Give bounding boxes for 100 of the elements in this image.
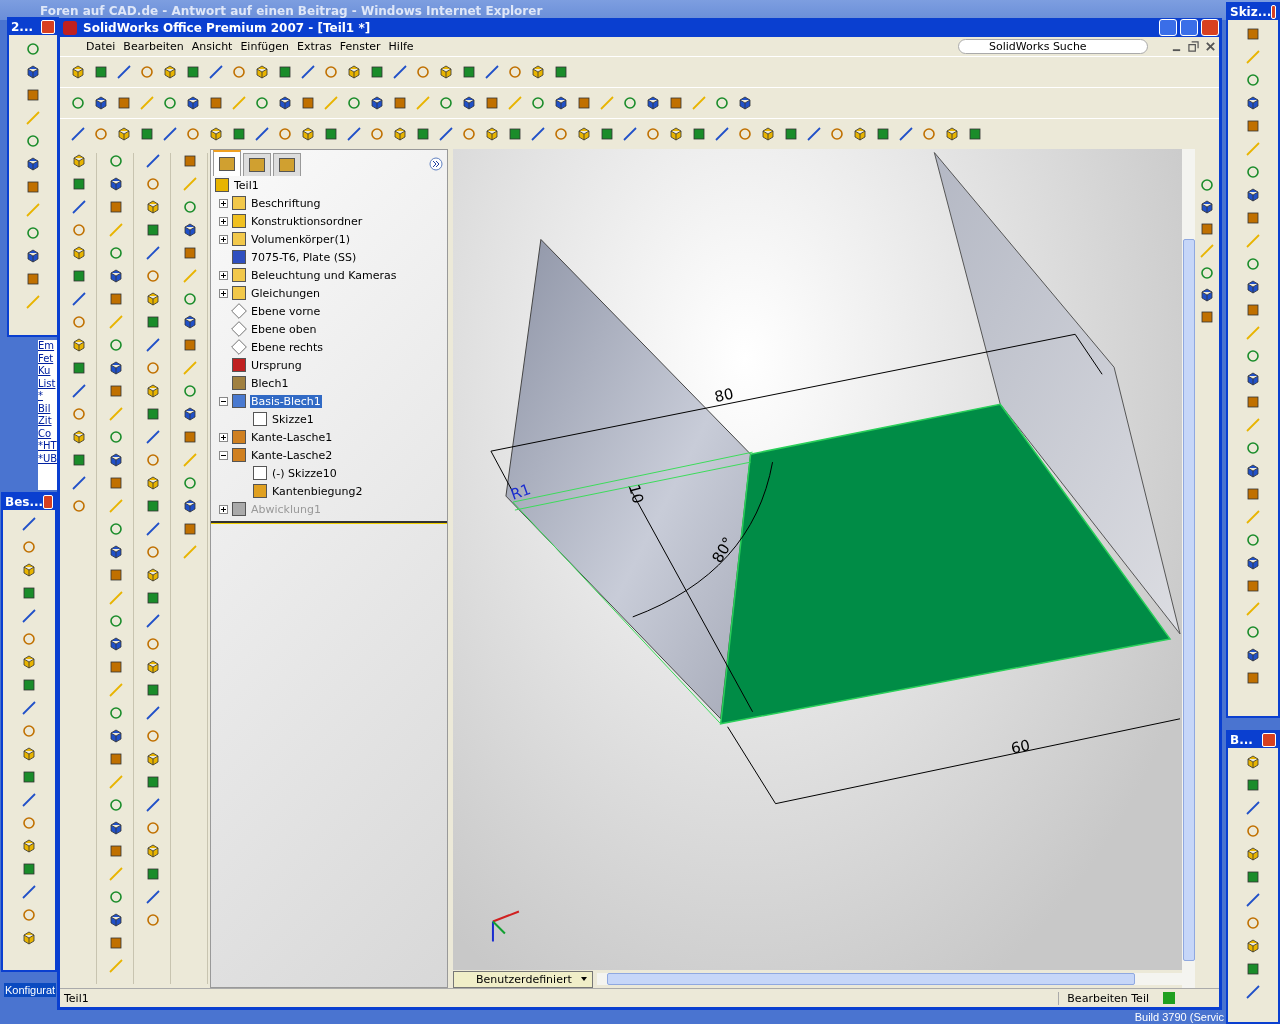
line-icon[interactable] xyxy=(162,126,178,142)
circle-icon[interactable] xyxy=(71,222,87,238)
cube-icon[interactable] xyxy=(944,126,960,142)
cube-icon[interactable] xyxy=(108,728,124,744)
line-icon[interactable] xyxy=(71,199,87,215)
square-icon[interactable] xyxy=(182,337,198,353)
line-icon[interactable] xyxy=(71,475,87,491)
circle-icon[interactable] xyxy=(145,268,161,284)
circle-icon[interactable] xyxy=(1199,265,1215,281)
circle-icon[interactable] xyxy=(1245,256,1261,272)
circle-icon[interactable] xyxy=(70,95,86,111)
cube-icon[interactable] xyxy=(71,153,87,169)
cube-icon[interactable] xyxy=(162,64,178,80)
square-icon[interactable] xyxy=(145,682,161,698)
square-icon[interactable] xyxy=(25,179,41,195)
tree-item[interactable]: Ebene rechts xyxy=(250,340,325,354)
cube-icon[interactable] xyxy=(145,659,161,675)
circle-icon[interactable] xyxy=(231,64,247,80)
circle-icon[interactable] xyxy=(21,539,37,555)
expander-icon[interactable] xyxy=(219,432,228,442)
circle-icon[interactable] xyxy=(415,64,431,80)
cube-icon[interactable] xyxy=(25,248,41,264)
cube-icon[interactable] xyxy=(346,64,362,80)
circle-icon[interactable] xyxy=(108,245,124,261)
circle-icon[interactable] xyxy=(145,728,161,744)
menu-item[interactable]: Extras xyxy=(292,40,336,53)
cube-icon[interactable] xyxy=(668,126,684,142)
circle-icon[interactable] xyxy=(829,126,845,142)
cube-icon[interactable] xyxy=(300,126,316,142)
link[interactable]: Co xyxy=(38,427,57,440)
link[interactable]: Zit xyxy=(38,415,57,428)
line-icon[interactable] xyxy=(21,608,37,624)
vertical-scrollbar[interactable] xyxy=(1182,149,1195,988)
square-icon[interactable] xyxy=(461,64,477,80)
square-icon[interactable] xyxy=(71,176,87,192)
menu-item[interactable]: Hilfe xyxy=(384,40,418,53)
cube-icon[interactable] xyxy=(182,498,198,514)
circle-icon[interactable] xyxy=(145,452,161,468)
close-button[interactable] xyxy=(1201,19,1219,36)
tree-item[interactable]: Beschriftung xyxy=(250,196,322,210)
square-icon[interactable] xyxy=(182,521,198,537)
circle-icon[interactable] xyxy=(507,64,523,80)
line-icon[interactable] xyxy=(145,521,161,537)
cube-icon[interactable] xyxy=(71,245,87,261)
line-icon[interactable] xyxy=(346,126,362,142)
expander-icon[interactable] xyxy=(219,198,228,208)
circle-icon[interactable] xyxy=(108,613,124,629)
circle-icon[interactable] xyxy=(21,723,37,739)
square-icon[interactable] xyxy=(71,360,87,376)
square-icon[interactable] xyxy=(967,126,983,142)
square-icon[interactable] xyxy=(323,126,339,142)
tree-item[interactable]: 7075-T6, Plate (SS) xyxy=(250,250,358,264)
restore-icon[interactable] xyxy=(1188,41,1199,52)
cube-icon[interactable] xyxy=(21,930,37,946)
square-icon[interactable] xyxy=(21,677,37,693)
search-field[interactable]: SolidWorks Suche xyxy=(958,39,1148,54)
circle-icon[interactable] xyxy=(1245,72,1261,88)
circle-icon[interactable] xyxy=(93,126,109,142)
circle-icon[interactable] xyxy=(145,820,161,836)
cube-icon[interactable] xyxy=(108,452,124,468)
square-icon[interactable] xyxy=(1245,578,1261,594)
square-icon[interactable] xyxy=(185,64,201,80)
line-icon[interactable] xyxy=(392,64,408,80)
cube-icon[interactable] xyxy=(108,268,124,284)
line-icon[interactable] xyxy=(806,126,822,142)
cube-icon[interactable] xyxy=(21,562,37,578)
square-icon[interactable] xyxy=(145,774,161,790)
cube-icon[interactable] xyxy=(484,126,500,142)
cube-icon[interactable] xyxy=(1245,846,1261,862)
line-icon[interactable] xyxy=(1245,984,1261,1000)
circle-icon[interactable] xyxy=(108,153,124,169)
circle-icon[interactable] xyxy=(530,95,546,111)
cube-icon[interactable] xyxy=(116,126,132,142)
square-icon[interactable] xyxy=(71,268,87,284)
circle-icon[interactable] xyxy=(714,95,730,111)
tree-item[interactable]: Volumenkörper(1) xyxy=(250,232,351,246)
line-icon[interactable] xyxy=(145,889,161,905)
circle-icon[interactable] xyxy=(145,636,161,652)
link[interactable]: *HT xyxy=(38,440,57,453)
square-icon[interactable] xyxy=(108,659,124,675)
line-icon[interactable] xyxy=(145,705,161,721)
cube-icon[interactable] xyxy=(108,912,124,928)
square-icon[interactable] xyxy=(1245,302,1261,318)
link[interactable]: List xyxy=(38,377,57,390)
square-icon[interactable] xyxy=(182,153,198,169)
line-icon[interactable] xyxy=(208,64,224,80)
square-icon[interactable] xyxy=(182,429,198,445)
tree-item[interactable]: Blech1 xyxy=(250,376,290,390)
cube-icon[interactable] xyxy=(530,64,546,80)
cube-icon[interactable] xyxy=(145,751,161,767)
circle-icon[interactable] xyxy=(645,126,661,142)
square-icon[interactable] xyxy=(277,64,293,80)
cube-icon[interactable] xyxy=(25,64,41,80)
square-icon[interactable] xyxy=(108,935,124,951)
panel-tab[interactable] xyxy=(273,153,301,176)
cube-icon[interactable] xyxy=(182,406,198,422)
line-icon[interactable] xyxy=(530,126,546,142)
cube-icon[interactable] xyxy=(145,199,161,215)
circle-icon[interactable] xyxy=(346,95,362,111)
square-icon[interactable] xyxy=(576,95,592,111)
